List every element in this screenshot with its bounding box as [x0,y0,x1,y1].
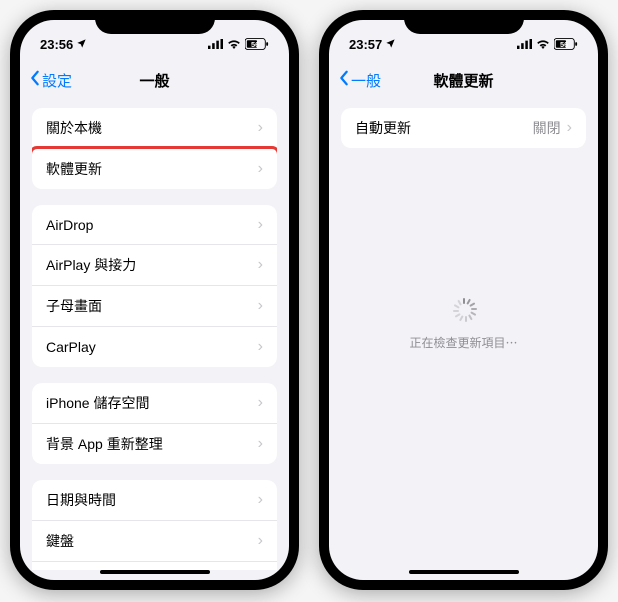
chevron-right-icon: › [258,297,263,315]
chevron-right-icon: › [258,119,263,137]
row-airplay[interactable]: AirPlay 與接力 › [32,245,277,286]
chevron-right-icon: › [567,119,572,137]
notch [404,10,524,34]
home-indicator[interactable] [409,570,519,574]
screen-left: 23:56 56 設 [20,20,289,580]
back-label: 設定 [42,70,72,91]
screen-right: 23:57 56 一 [329,20,598,580]
content-right: 自動更新 關閉 › [329,100,598,570]
nav-title: 一般 [139,70,169,91]
chevron-left-icon [30,70,40,90]
row-label: AirDrop [46,217,258,233]
row-label: 鍵盤 [46,531,258,551]
chevron-right-icon: › [258,338,263,356]
group-about: 關於本機 › 軟體更新 › [32,108,277,189]
group-system: 日期與時間 › 鍵盤 › 字體 › 語言與地區 › 辭典 › [32,480,277,570]
row-keyboard[interactable]: 鍵盤 › [32,521,277,562]
row-pip[interactable]: 子母畫面 › [32,286,277,327]
home-indicator[interactable] [100,570,210,574]
loading-text: 正在檢查更新項目⋯ [409,334,517,351]
row-software-update[interactable]: 軟體更新 › [32,149,277,189]
battery-icon: 56 [554,38,578,50]
row-label: 自動更新 [355,118,533,138]
spinner-icon [452,298,476,322]
back-button[interactable]: 一般 [339,70,381,91]
back-label: 一般 [351,70,381,91]
chevron-right-icon: › [258,532,263,550]
row-label: 日期與時間 [46,490,258,510]
location-icon [385,37,396,52]
wifi-icon [227,37,241,52]
chevron-right-icon: › [258,491,263,509]
signal-icon [517,37,532,52]
row-label: iPhone 儲存空間 [46,393,258,413]
row-label: 子母畫面 [46,296,258,316]
row-value: 關閉 [533,118,561,138]
nav-bar: 設定 一般 [20,60,289,100]
loading-area: 正在檢查更新項目⋯ [341,298,586,351]
chevron-right-icon: › [258,394,263,412]
row-storage[interactable]: iPhone 儲存空間 › [32,383,277,424]
row-auto-update[interactable]: 自動更新 關閉 › [341,108,586,148]
group-connectivity: AirDrop › AirPlay 與接力 › 子母畫面 › CarPlay › [32,205,277,367]
status-time: 23:56 [40,37,73,52]
row-label: 背景 App 重新整理 [46,434,258,454]
row-datetime[interactable]: 日期與時間 › [32,480,277,521]
status-time: 23:57 [349,37,382,52]
phone-right: 23:57 56 一 [319,10,608,590]
location-icon [76,37,87,52]
content-left: 關於本機 › 軟體更新 › AirDrop › AirPlay 與接力 [20,100,289,570]
svg-text:56: 56 [560,40,568,49]
highlight-software-update: 軟體更新 › [32,146,277,189]
group-auto-update: 自動更新 關閉 › [341,108,586,148]
phone-left: 23:56 56 設 [10,10,299,590]
chevron-right-icon: › [258,435,263,453]
row-label: CarPlay [46,339,258,355]
battery-icon: 56 [245,38,269,50]
row-carplay[interactable]: CarPlay › [32,327,277,367]
chevron-right-icon: › [258,256,263,274]
wifi-icon [536,37,550,52]
row-fonts[interactable]: 字體 › [32,562,277,570]
chevron-right-icon: › [258,160,263,178]
nav-title: 軟體更新 [433,70,493,91]
chevron-left-icon [339,70,349,90]
row-background-refresh[interactable]: 背景 App 重新整理 › [32,424,277,464]
row-label: 關於本機 [46,118,258,138]
row-label: AirPlay 與接力 [46,255,258,275]
back-button[interactable]: 設定 [30,70,72,91]
nav-bar: 一般 軟體更新 [329,60,598,100]
row-label: 軟體更新 [46,159,258,179]
group-storage: iPhone 儲存空間 › 背景 App 重新整理 › [32,383,277,464]
notch [95,10,215,34]
chevron-right-icon: › [258,216,263,234]
row-airdrop[interactable]: AirDrop › [32,205,277,245]
row-about[interactable]: 關於本機 › [32,108,277,149]
svg-text:56: 56 [251,40,259,49]
signal-icon [208,37,223,52]
